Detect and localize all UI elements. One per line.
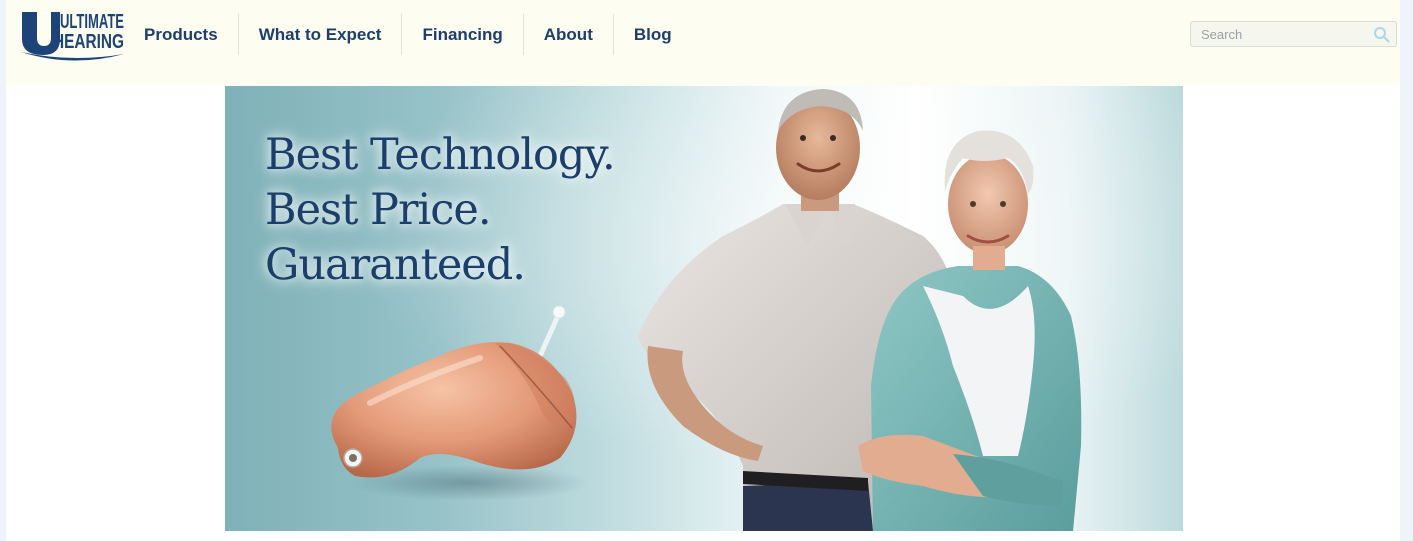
nav-financing[interactable]: Financing	[401, 14, 522, 55]
nav-blog[interactable]: Blog	[612, 14, 692, 55]
logo-line1: ULTIMATE	[60, 11, 124, 33]
nav-what-to-expect[interactable]: What to Expect	[237, 14, 402, 55]
nav-about[interactable]: About	[522, 14, 613, 55]
senior-couple-image	[638, 89, 1082, 531]
headline-line-3: Guaranteed.	[265, 240, 526, 290]
ultimate-hearing-logo[interactable]: ULTIMATE HEARING	[20, 8, 126, 64]
search-input[interactable]	[1191, 22, 1371, 46]
headline-line-2: Best Price.	[265, 185, 491, 235]
logo-line2: HEARING	[53, 31, 124, 53]
main-nav: Products What to Expect Financing About …	[130, 14, 692, 55]
page: ULTIMATE HEARING Products What to Expect…	[6, 0, 1400, 541]
search-box	[1190, 21, 1397, 47]
headline-line-1: Best Technology.	[265, 130, 616, 180]
search-icon[interactable]	[1373, 26, 1390, 43]
nav-products[interactable]: Products	[130, 14, 238, 55]
site-header: ULTIMATE HEARING Products What to Expect…	[6, 0, 1400, 86]
hero-banner[interactable]: Best Technology. Best Price. Guaranteed.	[225, 86, 1183, 531]
hero-headline: Best Technology. Best Price. Guaranteed.	[265, 128, 616, 293]
hearing-aid-image	[331, 305, 590, 501]
